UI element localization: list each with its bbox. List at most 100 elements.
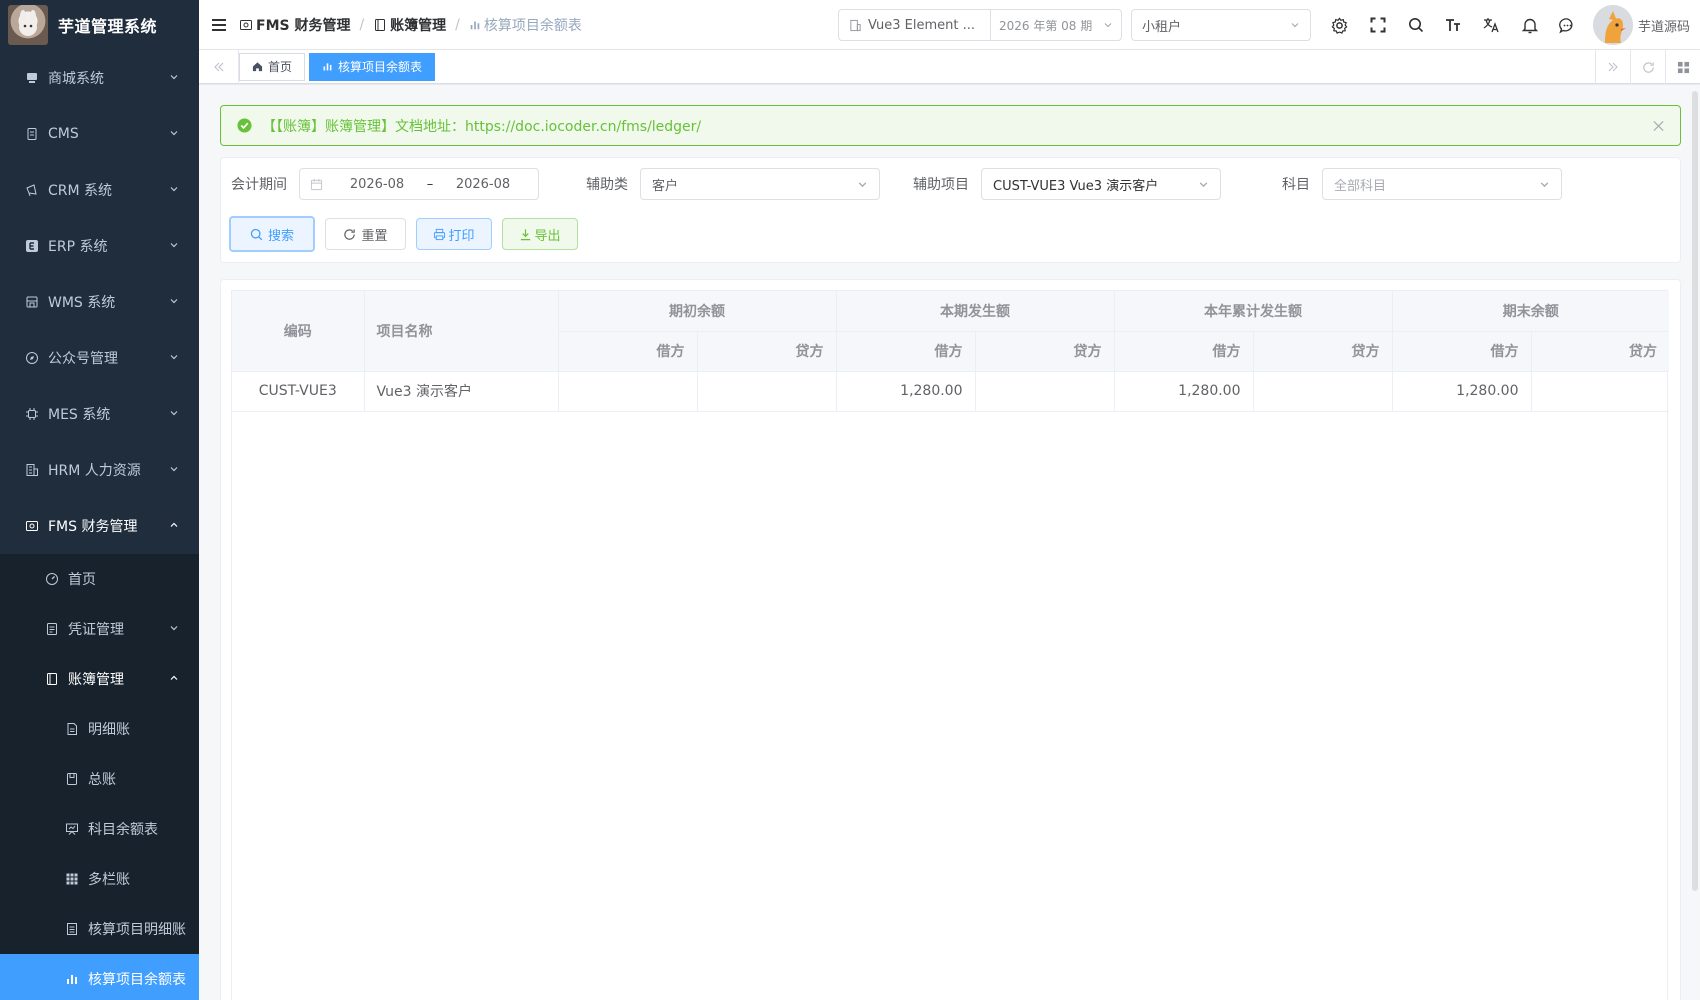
search-button[interactable]: 搜索 — [229, 216, 315, 252]
tenant-select[interactable]: 小租户 — [1130, 9, 1311, 41]
tag-aux-balance[interactable]: 核算项目余额表 — [309, 52, 436, 81]
logo-row[interactable]: 芋道管理系统 — [0, 0, 199, 50]
col-header-name: 项目名称 — [364, 291, 559, 372]
chevron-down-icon — [857, 179, 868, 190]
tag-home[interactable]: 首页 — [239, 52, 306, 81]
col-header-debit: 借方 — [558, 331, 698, 372]
col-group-closing: 期末余额 — [1392, 291, 1669, 332]
compass-icon — [24, 350, 40, 366]
aux-item-label: 辅助项目 — [913, 177, 969, 193]
col-header-debit: 借方 — [1114, 331, 1254, 372]
sidebar-item-ledger[interactable]: 账簿管理 — [0, 654, 199, 704]
sidebar-item-label: 商城系统 — [48, 71, 104, 87]
chevron-down-icon — [169, 238, 179, 254]
download-icon — [519, 228, 532, 241]
sidebar-item-label: MES 系统 — [48, 407, 111, 423]
scroll-left-icon[interactable] — [199, 49, 239, 84]
table-header-row: 编码 项目名称 期初余额 本期发生额 本年累计发生额 期末余额 — [232, 291, 1669, 372]
sidebar-item-fms[interactable]: FMS 财务管理 — [0, 498, 199, 554]
sidebar-item-detail-ledger[interactable]: 明细账 — [0, 704, 199, 754]
search-icon[interactable] — [1397, 0, 1435, 50]
bell-icon[interactable] — [1511, 0, 1549, 50]
col-header-code: 编码 — [232, 291, 365, 372]
chevron-down-icon — [1103, 20, 1113, 30]
breadcrumb-separator: / — [455, 16, 460, 33]
ledger-period-select[interactable]: Vue3 Element ... 2026 年第 08 期 — [837, 9, 1122, 41]
reset-button[interactable]: 重置 — [325, 218, 406, 250]
hamburger-icon[interactable] — [199, 18, 239, 32]
sidebar-item-erp[interactable]: ERP 系统 — [0, 218, 199, 274]
aux-type-value: 客户 — [652, 178, 679, 194]
sidebar-item-label: 多栏账 — [88, 872, 130, 888]
fullscreen-icon[interactable] — [1359, 0, 1397, 50]
cell-ytd-credit — [1253, 371, 1393, 412]
printer-icon — [433, 228, 446, 241]
document-icon — [24, 126, 40, 142]
settings-gear-icon[interactable] — [1321, 0, 1359, 50]
sidebar-item-subject-balance[interactable]: 科目余额表 — [0, 804, 199, 854]
period-start[interactable]: 2026-08 — [337, 177, 417, 192]
breadcrumb-item[interactable]: 账簿管理 — [373, 15, 446, 35]
sidebar-item-wms[interactable]: WMS 系统 — [0, 274, 199, 330]
sidebar-item-cms[interactable]: CMS — [0, 106, 199, 162]
chat-icon[interactable] — [1549, 0, 1587, 50]
sidebar-item-label: 科目余额表 — [88, 822, 158, 838]
col-group-ytd: 本年累计发生额 — [1114, 291, 1393, 332]
voucher-icon — [44, 621, 60, 637]
refresh-icon[interactable] — [1630, 50, 1665, 84]
alert-text[interactable]: 【【账簿】账簿管理】文档地址：https://doc.iocoder.cn/fm… — [262, 116, 701, 136]
sidebar-item-crm[interactable]: CRM 系统 — [0, 162, 199, 218]
vertical-scrollbar[interactable] — [1692, 91, 1698, 891]
filter-row: 会计期间 2026-08 – 2026-08 辅助类 客户 辅助项目 CUST-… — [231, 168, 1562, 200]
building-icon — [24, 462, 40, 478]
bar-chart-icon — [469, 19, 481, 31]
aux-item-select[interactable]: CUST-VUE3 Vue3 演示客户 — [981, 168, 1221, 200]
sidebar-item-voucher[interactable]: 凭证管理 — [0, 604, 199, 654]
sidebar-item-multi-column[interactable]: 多栏账 — [0, 854, 199, 904]
period-range-picker[interactable]: 2026-08 – 2026-08 — [299, 168, 539, 200]
balance-table-wrap: 编码 项目名称 期初余额 本期发生额 本年累计发生额 期末余额 借方 贷方 借方… — [231, 290, 1669, 1000]
period-end[interactable]: 2026-08 — [443, 177, 523, 192]
doc-alert: 【【账簿】账簿管理】文档地址：https://doc.iocoder.cn/fm… — [220, 105, 1681, 146]
breadcrumb-item[interactable]: FMS 财务管理 — [239, 15, 350, 35]
grid-menu-icon[interactable] — [1665, 50, 1700, 84]
sidebar-item-label: 明细账 — [88, 722, 130, 738]
sidebar-item-label: 核算项目明细账 — [88, 922, 186, 938]
ledger-select[interactable]: Vue3 Element ... — [839, 10, 991, 40]
user-menu[interactable]: 芋道源码 — [1592, 5, 1690, 45]
sidebar-item-mall[interactable]: 商城系统 — [0, 50, 199, 106]
sidebar-item-general-ledger[interactable]: 总账 — [0, 754, 199, 804]
subject-placeholder: 全部科目 — [1334, 178, 1387, 194]
print-button[interactable]: 打印 — [416, 218, 492, 250]
user-name: 芋道源码 — [1637, 19, 1690, 35]
sidebar-item-mes[interactable]: MES 系统 — [0, 386, 199, 442]
period-select[interactable]: 2026 年第 08 期 — [991, 17, 1121, 34]
col-header-credit: 贷方 — [975, 331, 1115, 372]
sidebar-item-aux-detail[interactable]: 核算项目明细账 — [0, 904, 199, 954]
translate-icon[interactable] — [1473, 0, 1511, 50]
bar-chart-icon — [64, 971, 80, 987]
sidebar-item-label: CRM 系统 — [48, 183, 113, 199]
scroll-right-icon[interactable] — [1595, 50, 1630, 84]
col-header-credit: 贷方 — [1531, 331, 1669, 372]
export-button[interactable]: 导出 — [502, 218, 578, 250]
tags-actions — [1595, 50, 1700, 84]
ledger-building-icon — [849, 19, 862, 32]
close-icon[interactable] — [1653, 120, 1664, 131]
table-row[interactable]: CUST-VUE3 Vue3 演示客户 1,280.00 1,280.00 1,… — [232, 371, 1669, 412]
breadcrumb-label: 核算项目余额表 — [483, 17, 582, 34]
sidebar-item-label: HRM 人力资源 — [48, 463, 141, 479]
sidebar-item-wechat[interactable]: 公众号管理 — [0, 330, 199, 386]
detail-doc-icon — [64, 721, 80, 737]
font-size-icon[interactable] — [1435, 0, 1473, 50]
cell-closing-debit: 1,280.00 — [1392, 371, 1532, 412]
subject-select[interactable]: 全部科目 — [1322, 168, 1562, 200]
navbar-right: Vue3 Element ... 2026 年第 08 期 小租户 芋道源码 — [837, 0, 1700, 50]
export-label: 导出 — [534, 228, 561, 244]
sidebar-item-aux-balance[interactable]: 核算项目余额表 — [0, 954, 199, 1000]
sidebar-item-hrm[interactable]: HRM 人力资源 — [0, 442, 199, 498]
chevron-up-icon — [169, 671, 179, 687]
calendar-icon — [310, 178, 323, 191]
sidebar-item-fms-home[interactable]: 首页 — [0, 554, 199, 604]
aux-type-select[interactable]: 客户 — [640, 168, 880, 200]
